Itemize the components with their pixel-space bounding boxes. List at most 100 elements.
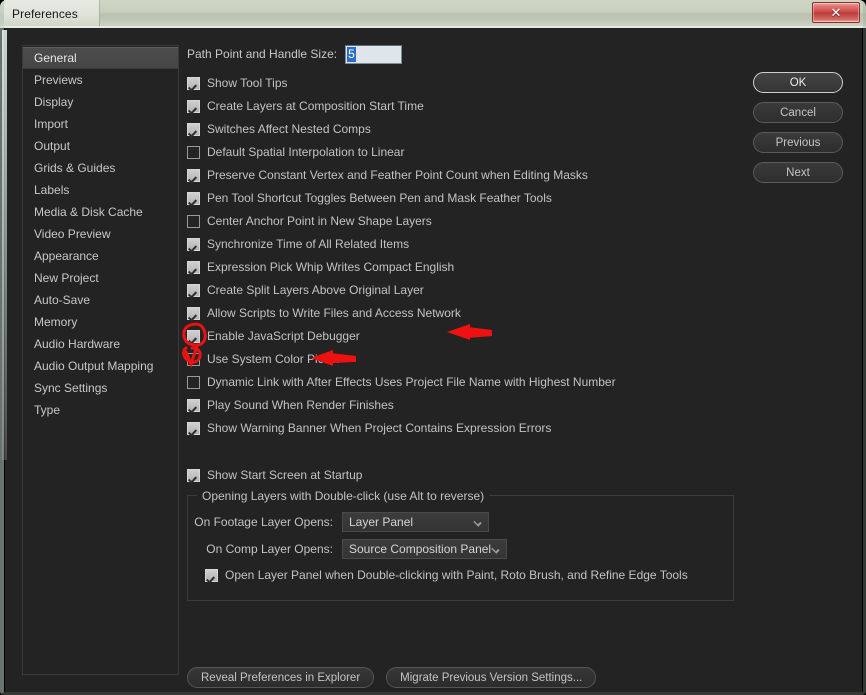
checkbox-label: Show Warning Banner When Project Contain… (207, 421, 552, 435)
checkbox-label: Pen Tool Shortcut Toggles Between Pen an… (207, 191, 552, 205)
bottom-button-bar: Reveal Preferences in Explorer Migrate Pr… (187, 667, 597, 688)
path-point-size-input[interactable]: 5 (345, 44, 403, 64)
button-reveal-preferences-in-explorer[interactable]: Reveal Preferences in Explorer (187, 667, 375, 688)
chevron-down-icon (491, 545, 500, 554)
close-icon: ✕ (830, 5, 842, 20)
checkbox-label: Switches Affect Nested Comps (207, 122, 371, 136)
open-layer-panel-label: Open Layer Panel when Double-clicking wi… (225, 568, 688, 582)
checkbox-label: Play Sound When Render Finishes (207, 398, 394, 412)
sidebar-item-label: Grids & Guides (34, 161, 116, 175)
sidebar-item-label: Output (34, 139, 71, 153)
checkbox-row-show-warning-banner-when-project-contains-expr: Show Warning Banner When Project Contain… (187, 417, 737, 439)
checkbox-preserve-constant-vertex-and-feather-point-cou[interactable] (187, 168, 200, 182)
next-button[interactable]: Next (753, 162, 843, 183)
checkbox-synchronize-time-of-all-related-items[interactable] (187, 237, 200, 251)
path-point-size-row: Path Point and Handle Size: 5 (187, 42, 737, 66)
dialog-action-buttons: OK Cancel Previous Next (753, 72, 843, 183)
button-migrate-previous-version-settings[interactable]: Migrate Previous Version Settings... (386, 667, 597, 688)
checkbox-row-allow-scripts-to-write-files-and-access-networ: Allow Scripts to Write Files and Access … (187, 302, 737, 324)
checkbox-row-synchronize-time-of-all-related-items: Synchronize Time of All Related Items (187, 233, 737, 255)
cancel-button[interactable]: Cancel (753, 102, 843, 123)
window-title: Preferences (12, 6, 78, 21)
checkbox-show-warning-banner-when-project-contains-expr[interactable] (187, 421, 200, 435)
sidebar-item-auto-save[interactable]: Auto-Save (23, 289, 178, 311)
chevron-down-icon (473, 518, 482, 527)
checkbox-label: Create Layers at Composition Start Time (207, 99, 424, 113)
checkbox-enable-javascript-debugger[interactable] (187, 329, 200, 343)
sidebar-item-media-disk-cache[interactable]: Media & Disk Cache (23, 201, 178, 223)
close-button[interactable]: ✕ (812, 2, 860, 23)
show-start-screen-checkbox[interactable] (187, 468, 200, 482)
opening-layers-groupbox-title: Opening Layers with Double-click (use Al… (197, 489, 490, 503)
sidebar-item-memory[interactable]: Memory (23, 311, 178, 333)
sidebar-item-label: Audio Hardware (34, 337, 121, 351)
checkbox-create-layers-at-composition-start-time[interactable] (187, 99, 200, 113)
on-comp-layer-select[interactable]: Source Composition Panel (342, 539, 507, 559)
checkbox-label: Use System Color Picker (207, 352, 341, 366)
checkbox-play-sound-when-render-finishes[interactable] (187, 398, 200, 412)
checkbox-label: Synchronize Time of All Related Items (207, 237, 410, 251)
checkbox-row-dynamic-link-with-after-effects-uses-project-f: Dynamic Link with After Effects Uses Pro… (187, 371, 737, 393)
checkbox-default-spatial-interpolation-to-linear[interactable] (187, 145, 200, 159)
sidebar-item-sync-settings[interactable]: Sync Settings (23, 377, 178, 399)
checkbox-row-enable-javascript-debugger: Enable JavaScript Debugger (187, 325, 737, 347)
sidebar-item-output[interactable]: Output (23, 135, 178, 157)
sidebar-item-label: General (34, 51, 77, 65)
sidebar-item-labels[interactable]: Labels (23, 179, 178, 201)
checkbox-dynamic-link-with-after-effects-uses-project-f[interactable] (187, 375, 200, 389)
sidebar-item-label: Sync Settings (34, 381, 108, 395)
checkbox-label: Expression Pick Whip Writes Compact Engl… (207, 260, 455, 274)
checkbox-label: Dynamic Link with After Effects Uses Pro… (207, 375, 616, 389)
sidebar-item-new-project[interactable]: New Project (23, 267, 178, 289)
button-label: Migrate Previous Version Settings... (400, 671, 583, 684)
sidebar-item-grids-guides[interactable]: Grids & Guides (23, 157, 178, 179)
preferences-dialog-body: General Previews Display Import Output Grids … (5, 28, 862, 692)
checkbox-list: Show Tool Tips Create Layers at Compositi… (187, 72, 737, 439)
checkbox-allow-scripts-to-write-files-and-access-networ[interactable] (187, 306, 200, 320)
sidebar-item-video-preview[interactable]: Video Preview (23, 223, 178, 245)
sidebar-item-import[interactable]: Import (23, 113, 178, 135)
show-start-screen-label: Show Start Screen at Startup (207, 468, 363, 482)
checkbox-row-preserve-constant-vertex-and-feather-point-cou: Preserve Constant Vertex and Feather Poi… (187, 164, 737, 186)
checkbox-switches-affect-nested-comps[interactable] (187, 122, 200, 136)
checkbox-expression-pick-whip-writes-compact-english[interactable] (187, 260, 200, 274)
on-footage-layer-row: On Footage Layer Opens: Layer Panel (188, 510, 733, 534)
checkbox-row-create-layers-at-composition-start-time: Create Layers at Composition Start Time (187, 95, 737, 117)
checkbox-use-system-color-picker[interactable] (187, 352, 200, 366)
category-sidebar[interactable]: General Previews Display Import Output Grids … (22, 45, 179, 675)
on-footage-layer-label: On Footage Layer Opens: (194, 515, 333, 529)
sidebar-item-label: New Project (34, 271, 99, 285)
sidebar-item-audio-hardware[interactable]: Audio Hardware (23, 333, 178, 355)
path-point-size-value: 5 (347, 46, 356, 62)
general-settings-pane: Path Point and Handle Size: 5 Show Tool … (187, 42, 737, 682)
button-label: OK (789, 76, 807, 89)
sidebar-item-appearance[interactable]: Appearance (23, 245, 178, 267)
checkbox-label: Show Tool Tips (207, 76, 288, 90)
previous-button[interactable]: Previous (753, 132, 843, 153)
ok-button[interactable]: OK (753, 72, 843, 93)
window-title-chip: Preferences (4, 0, 100, 27)
sidebar-item-display[interactable]: Display (23, 91, 178, 113)
sidebar-item-label: Video Preview (34, 227, 111, 241)
sidebar-item-label: Import (34, 117, 69, 131)
path-point-size-label: Path Point and Handle Size: (187, 47, 338, 61)
preferences-window: Preferences ✕ General Previews Display Impo… (0, 0, 866, 695)
sidebar-item-label: Labels (34, 183, 70, 197)
window-titlebar[interactable]: Preferences ✕ (0, 0, 866, 28)
on-footage-layer-select[interactable]: Layer Panel (342, 512, 489, 532)
checkbox-center-anchor-point-in-new-shape-layers[interactable] (187, 214, 200, 228)
button-label: Previous (775, 136, 821, 149)
open-layer-panel-checkbox[interactable] (205, 568, 218, 582)
checkbox-create-split-layers-above-original-layer[interactable] (187, 283, 200, 297)
button-label: Next (786, 166, 810, 179)
on-comp-layer-row: On Comp Layer Opens: Source Composition … (188, 537, 733, 561)
sidebar-item-general[interactable]: General (23, 47, 178, 69)
checkbox-pen-tool-shortcut-toggles-between-pen-and-mask[interactable] (187, 191, 200, 205)
opening-layers-groupbox: Opening Layers with Double-click (use Al… (187, 489, 734, 601)
sidebar-item-previews[interactable]: Previews (23, 69, 178, 91)
on-comp-layer-label: On Comp Layer Opens: (206, 542, 333, 556)
checkbox-show-tool-tips[interactable] (187, 76, 200, 90)
sidebar-item-audio-output-mapping[interactable]: Audio Output Mapping (23, 355, 178, 377)
sidebar-item-type[interactable]: Type (23, 399, 178, 421)
